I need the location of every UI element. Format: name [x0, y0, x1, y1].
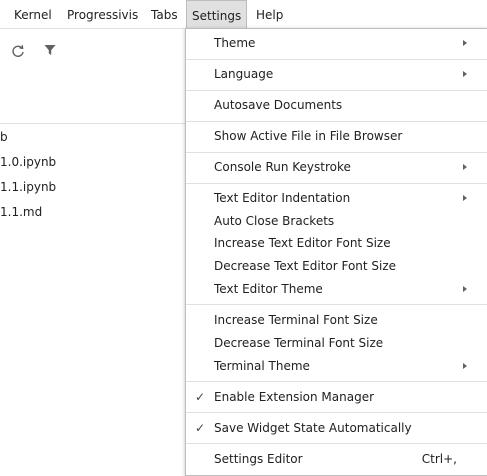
- menu-separator: [186, 90, 487, 91]
- menu-separator: [186, 412, 487, 413]
- menu-item-decrease-terminal-font[interactable]: Decrease Terminal Font Size: [186, 332, 487, 354]
- menu-item-label: Increase Terminal Font Size: [214, 313, 378, 327]
- menu-item-increase-editor-font[interactable]: Increase Text Editor Font Size: [186, 232, 487, 254]
- refresh-icon[interactable]: [11, 44, 25, 58]
- file-item[interactable]: 1.1.ipynb: [0, 177, 56, 197]
- menu-bar: Kernel Progressivis Tabs Settings Help: [0, 0, 487, 29]
- menu-item-increase-terminal-font[interactable]: Increase Terminal Font Size: [186, 309, 487, 331]
- menu-item-label: Save Widget State Automatically: [214, 421, 412, 435]
- menu-item-label: Text Editor Indentation: [214, 191, 351, 205]
- menu-item-label: Settings Editor: [214, 452, 303, 466]
- menu-separator: [186, 152, 487, 153]
- chevron-right-icon: [463, 195, 467, 201]
- settings-menu: Theme Language Autosave Documents Show A…: [185, 28, 487, 476]
- menu-item-label: Autosave Documents: [214, 98, 343, 112]
- menu-item-label: Language: [214, 67, 274, 81]
- menu-separator: [186, 59, 487, 60]
- menu-item-language[interactable]: Language: [186, 63, 487, 85]
- menu-item-label: Auto Close Brackets: [214, 214, 335, 228]
- menu-item-enable-extension-manager[interactable]: ✓ Enable Extension Manager: [186, 386, 487, 408]
- menu-separator: [186, 381, 487, 382]
- menu-item-label: Increase Text Editor Font Size: [214, 236, 391, 250]
- menu-separator: [186, 443, 487, 444]
- menu-kernel[interactable]: Kernel: [9, 0, 57, 29]
- menu-item-terminal-theme[interactable]: Terminal Theme: [186, 355, 487, 377]
- menu-item-settings-editor[interactable]: Settings Editor Ctrl+,: [186, 448, 487, 470]
- menu-item-label: Console Run Keystroke: [214, 160, 351, 174]
- menu-item-label: Decrease Text Editor Font Size: [214, 259, 397, 273]
- menu-item-label: Enable Extension Manager: [214, 390, 375, 404]
- file-item[interactable]: 1.1.md: [0, 202, 42, 222]
- menu-separator: [186, 304, 487, 305]
- checkmark-icon: ✓: [195, 390, 206, 404]
- filter-icon[interactable]: [43, 43, 57, 57]
- menu-settings[interactable]: Settings: [186, 0, 248, 29]
- menu-item-theme[interactable]: Theme: [186, 32, 487, 54]
- menu-item-text-editor-theme[interactable]: Text Editor Theme: [186, 278, 487, 300]
- panel-divider: [0, 123, 186, 124]
- menu-item-label: Text Editor Theme: [214, 282, 323, 296]
- menu-separator: [186, 183, 487, 184]
- checkmark-icon: ✓: [195, 421, 206, 435]
- menu-help[interactable]: Help: [251, 0, 288, 29]
- menu-tabs[interactable]: Tabs: [146, 0, 183, 29]
- menu-item-label: Decrease Terminal Font Size: [214, 336, 384, 350]
- menu-item-label: Theme: [214, 36, 256, 50]
- menu-item-show-active-file[interactable]: Show Active File in File Browser: [186, 125, 487, 147]
- menu-separator: [186, 121, 487, 122]
- menu-item-save-widget-state[interactable]: ✓ Save Widget State Automatically: [186, 417, 487, 439]
- chevron-right-icon: [463, 164, 467, 170]
- file-item[interactable]: 1.0.ipynb: [0, 152, 56, 172]
- chevron-right-icon: [463, 40, 467, 46]
- menu-item-auto-close-brackets[interactable]: Auto Close Brackets: [186, 210, 487, 232]
- menu-item-decrease-editor-font[interactable]: Decrease Text Editor Font Size: [186, 255, 487, 277]
- menu-progressivis[interactable]: Progressivis: [62, 0, 143, 29]
- file-item[interactable]: b: [0, 127, 8, 147]
- chevron-right-icon: [463, 71, 467, 77]
- chevron-right-icon: [463, 363, 467, 369]
- shortcut-label: Ctrl+,: [421, 452, 457, 466]
- menu-item-label: Show Active File in File Browser: [214, 129, 403, 143]
- menu-item-autosave[interactable]: Autosave Documents: [186, 94, 487, 116]
- menu-item-console-run-keystroke[interactable]: Console Run Keystroke: [186, 156, 487, 178]
- menu-item-label: Terminal Theme: [214, 359, 310, 373]
- menu-item-text-editor-indentation[interactable]: Text Editor Indentation: [186, 187, 487, 209]
- chevron-right-icon: [463, 286, 467, 292]
